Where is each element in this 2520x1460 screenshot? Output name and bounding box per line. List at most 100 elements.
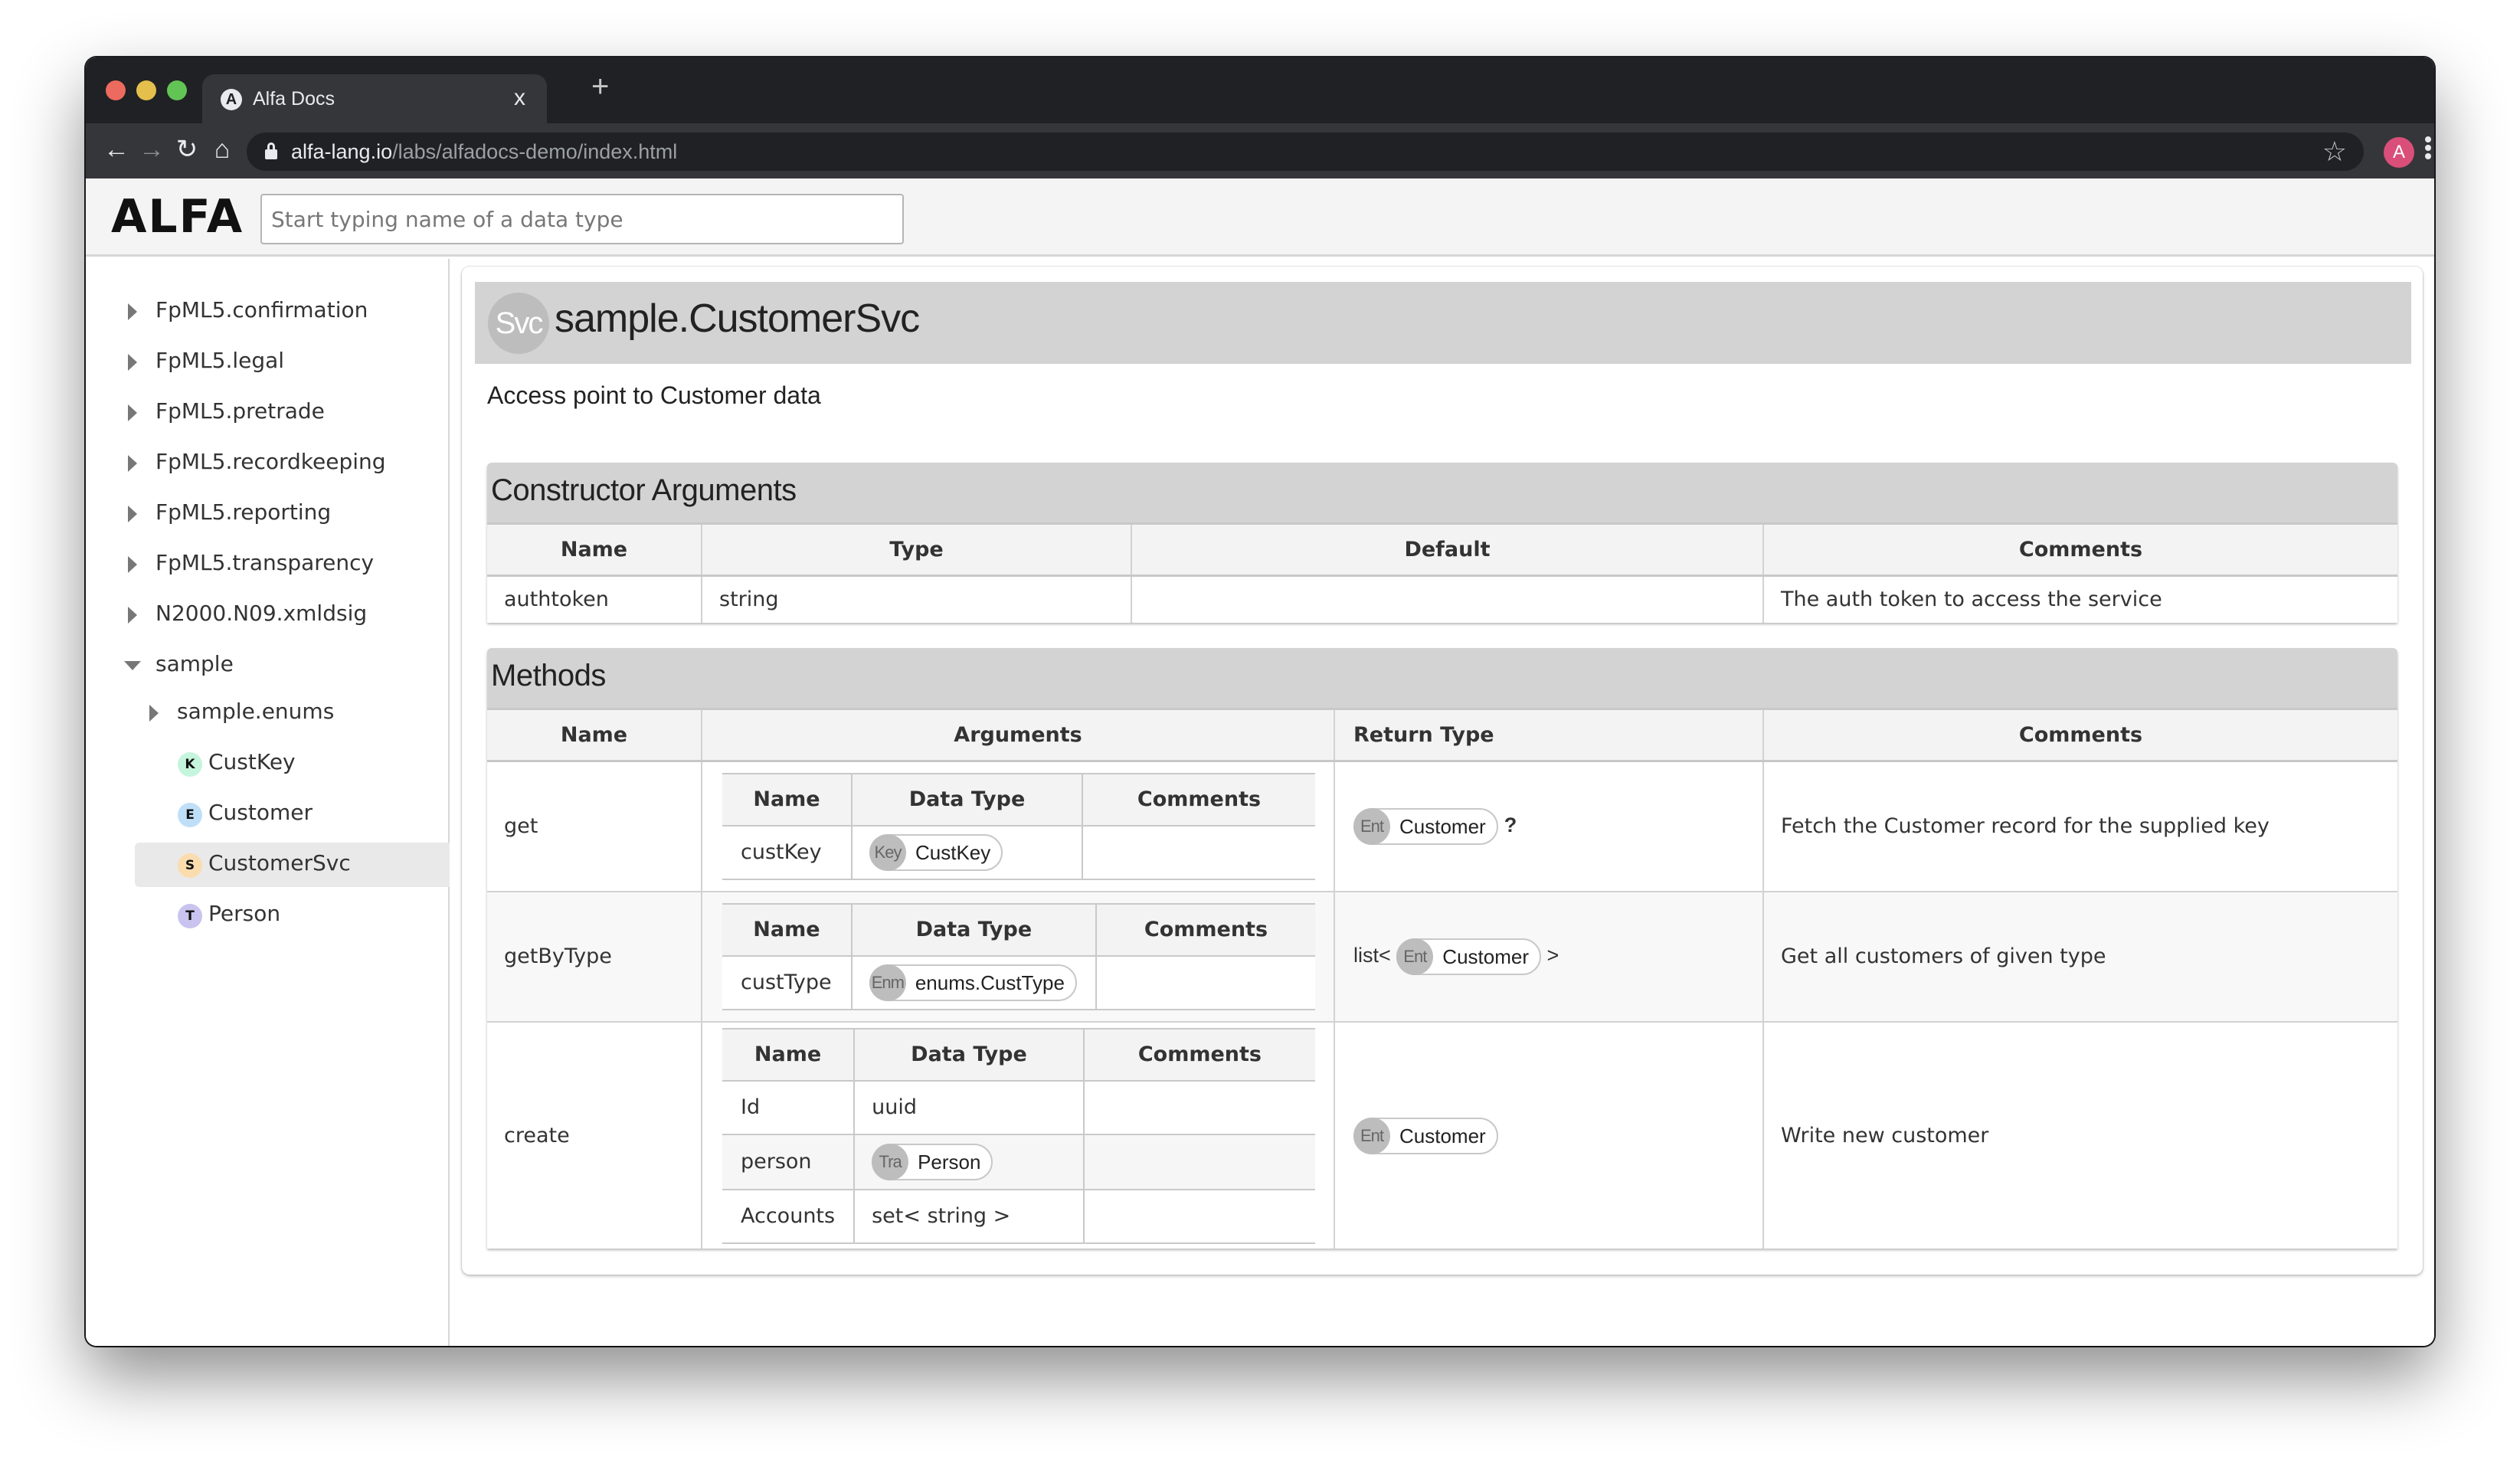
- tree-item-label: sample: [155, 651, 234, 676]
- type-link-customer[interactable]: Ent Customer: [1396, 938, 1541, 975]
- argument-row: Accounts set< string >: [722, 1188, 1315, 1244]
- tree-item-fpml5-legal[interactable]: FpML5.legal: [86, 340, 450, 383]
- caret-right-icon[interactable]: [128, 455, 137, 472]
- return-type-cell: list< Ent Customer >: [1334, 890, 1764, 1023]
- tree-item-label: FpML5.legal: [155, 348, 285, 373]
- type-link-custkey[interactable]: Key CustKey: [869, 833, 1003, 871]
- back-arrow-icon[interactable]: ←: [101, 134, 132, 165]
- tree-item-sample-enums[interactable]: sample.enums: [86, 691, 450, 734]
- return-type-cell: Ent Customer: [1334, 1020, 1764, 1249]
- return-prefix: list<: [1353, 943, 1391, 967]
- tree-item-label: CustKey: [208, 749, 296, 774]
- column-header-name: Name: [487, 708, 702, 762]
- close-window-button[interactable]: [106, 80, 126, 100]
- arg-default: [1131, 575, 1764, 623]
- section-header: Constructor Arguments: [487, 463, 2397, 522]
- tree-item-custkey[interactable]: K CustKey: [86, 741, 450, 784]
- title-bar: Svc sample.CustomerSvc: [475, 282, 2411, 364]
- type-search-input[interactable]: [260, 194, 904, 244]
- arg-comments: [1082, 1079, 1315, 1135]
- arg-comments: [1082, 1188, 1315, 1244]
- lock-icon[interactable]: [265, 142, 277, 159]
- return-type: Ent Customer?: [1353, 807, 1517, 845]
- tree-item-customersvc[interactable]: S CustomerSvc: [86, 843, 450, 887]
- tree-item-fpml5-reporting[interactable]: FpML5.reporting: [86, 492, 450, 535]
- entity-kind-icon: Ent: [1353, 1117, 1390, 1154]
- tree-item-label: FpML5.reporting: [155, 499, 332, 525]
- reload-icon[interactable]: ↻: [172, 134, 202, 165]
- method-name: create: [487, 1020, 702, 1249]
- tree-item-label: FpML5.transparency: [155, 550, 375, 575]
- url-text[interactable]: alfa-lang.io/labs/alfadocs-demo/index.ht…: [291, 140, 677, 164]
- caret-right-icon[interactable]: [128, 303, 137, 320]
- arg-data-type: Enm enums.CustType: [850, 954, 1097, 1010]
- tree-item-person[interactable]: T Person: [86, 893, 450, 936]
- maximize-window-button[interactable]: [167, 80, 187, 100]
- forward-arrow-icon[interactable]: →: [136, 134, 167, 165]
- arguments-table: Name Data Type Comments custType Enm enum…: [722, 902, 1315, 1010]
- arg-comments: [1082, 824, 1315, 880]
- type-description: Access point to Customer data: [487, 381, 821, 409]
- argument-row: person Tra Person: [722, 1133, 1315, 1190]
- arg-column-header-data-type: Data Type: [851, 772, 1083, 827]
- column-header-comments: Comments: [1762, 708, 2397, 762]
- tree-item-label: FpML5.pretrade: [155, 398, 325, 424]
- methods-section: Methods Name Arguments Return Type Comme…: [487, 648, 2397, 1249]
- browser-window: A Alfa Docs x + ← → ↻ ⌂ alfa-lang.io/lab…: [86, 57, 2434, 1346]
- arguments-table: Name Data Type Comments custKey Key CustK…: [722, 772, 1315, 880]
- caret-right-icon[interactable]: [128, 607, 137, 624]
- tree-item-fpml5-confirmation[interactable]: FpML5.confirmation: [86, 290, 450, 332]
- method-arguments-cell: Name Data Type Comments custType Enm enum…: [701, 890, 1335, 1023]
- column-header-return-type: Return Type: [1334, 708, 1764, 762]
- bookmark-star-icon[interactable]: ☆: [2322, 136, 2347, 168]
- entity-kind-icon: Ent: [1396, 938, 1434, 975]
- type-name: Customer: [1399, 1124, 1486, 1147]
- section-title: Constructor Arguments: [491, 473, 797, 507]
- type-link-customer[interactable]: Ent Customer: [1353, 807, 1498, 845]
- column-header-type: Type: [701, 522, 1132, 577]
- argument-row: custKey Key CustKey: [722, 824, 1315, 880]
- method-row-create: create Name Data Type Comments Id uuid p…: [487, 1020, 2397, 1249]
- tree-item-customer[interactable]: E Customer: [86, 792, 450, 835]
- type-link-custtype[interactable]: Enm enums.CustType: [869, 964, 1077, 1001]
- arg-name: Id: [722, 1079, 856, 1135]
- section-title: Methods: [491, 659, 606, 692]
- home-icon[interactable]: ⌂: [207, 134, 237, 165]
- minimize-window-button[interactable]: [136, 80, 156, 100]
- tree-item-fpml5-pretrade[interactable]: FpML5.pretrade: [86, 391, 450, 434]
- caret-right-icon[interactable]: [149, 705, 159, 722]
- method-arguments-cell: Name Data Type Comments Id uuid person T…: [701, 1020, 1335, 1249]
- tree-item-n2000-xmldsig[interactable]: N2000.N09.xmldsig: [86, 593, 450, 636]
- type-name: Customer: [1399, 814, 1486, 838]
- browser-menu-icon[interactable]: [2420, 134, 2434, 162]
- constructor-arguments-section: Constructor Arguments Name Type Default …: [487, 463, 2397, 623]
- caret-right-icon[interactable]: [128, 556, 137, 573]
- caret-right-icon[interactable]: [128, 354, 137, 371]
- section-header: Methods: [487, 648, 2397, 708]
- tab-alfa-docs[interactable]: A Alfa Docs x: [202, 74, 547, 125]
- key-kind-icon: Key: [869, 833, 906, 871]
- arg-comments: [1082, 1133, 1315, 1190]
- tree-item-sample[interactable]: sample: [86, 643, 450, 686]
- arg-column-header-data-type: Data Type: [853, 1027, 1085, 1082]
- caret-right-icon[interactable]: [128, 506, 137, 522]
- tree-item-fpml5-recordkeeping[interactable]: FpML5.recordkeeping: [86, 441, 450, 484]
- desktop: A Alfa Docs x + ← → ↻ ⌂ alfa-lang.io/lab…: [0, 0, 2520, 1460]
- close-tab-icon[interactable]: x: [514, 85, 525, 111]
- caret-down-icon[interactable]: [124, 661, 141, 670]
- caret-right-icon[interactable]: [128, 404, 137, 421]
- profile-avatar[interactable]: A: [2384, 137, 2414, 168]
- type-link-customer[interactable]: Ent Customer: [1353, 1117, 1498, 1154]
- arg-column-header-comments: Comments: [1095, 902, 1315, 957]
- return-suffix: >: [1546, 943, 1559, 967]
- tree-item-label: Person: [208, 901, 281, 926]
- optional-marker: ?: [1504, 813, 1517, 836]
- address-bar[interactable]: alfa-lang.io/labs/alfadocs-demo/index.ht…: [247, 133, 2364, 171]
- tab-title: Alfa Docs: [253, 88, 335, 110]
- arg-type: string: [701, 575, 1132, 623]
- trait-kind-badge-icon: T: [178, 904, 202, 928]
- tree-item-fpml5-transparency[interactable]: FpML5.transparency: [86, 542, 450, 585]
- new-tab-button[interactable]: +: [591, 71, 609, 102]
- alfa-logo[interactable]: ALFA: [111, 194, 242, 240]
- type-link-person[interactable]: Tra Person: [872, 1143, 993, 1180]
